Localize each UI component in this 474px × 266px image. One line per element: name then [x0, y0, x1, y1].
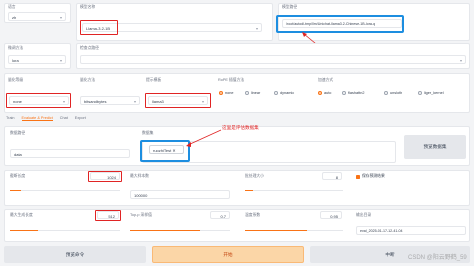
temperature-label: 温度系数	[245, 213, 261, 217]
checkpoint-select[interactable]: ▾	[80, 55, 466, 64]
quant-method-value: bitsandbytes	[84, 99, 107, 104]
tab-bar: Train Evaluate & Predict Chat Export	[6, 116, 86, 121]
preview-command-button[interactable]: 预览命令	[4, 246, 146, 263]
finetune-label: 微调方法	[8, 46, 24, 50]
radio-icon	[318, 91, 322, 95]
start-button[interactable]: 开始	[152, 246, 304, 263]
chevron-down-icon: ▾	[133, 99, 136, 104]
temperature-input[interactable]: 0.95	[320, 211, 342, 219]
chevron-down-icon: ▾	[59, 15, 62, 20]
temperature-slider[interactable]	[245, 230, 343, 232]
finetune-value: lora	[12, 58, 19, 63]
output-dir-value: eval_2025-01-17-12-41-04	[360, 229, 403, 233]
radio-icon	[245, 91, 249, 95]
arrow-icon	[186, 129, 222, 147]
temperature-value: 0.95	[330, 214, 338, 219]
max-samples-value: 100000	[134, 193, 148, 198]
radio-icon	[384, 91, 388, 95]
lang-select[interactable]: zh ▾	[8, 12, 66, 21]
tab-chat[interactable]: Chat	[60, 116, 68, 121]
cutoff-highlight	[88, 171, 122, 182]
data-dir-label: 数据路径	[10, 131, 26, 135]
data-dir-input[interactable]: data	[10, 149, 130, 158]
top-p-input[interactable]: 0.7	[210, 211, 230, 219]
top-p-value: 0.7	[220, 214, 226, 219]
booster-option-unsloth[interactable]: unsloth	[384, 91, 402, 95]
rope-none-label: none	[225, 91, 234, 95]
max-samples-label: 最大样本数	[130, 174, 149, 178]
top-p-slider[interactable]	[130, 230, 230, 232]
booster-option-flashattn2[interactable]: flashattn2	[342, 91, 364, 95]
rope-option-dynamic[interactable]: dynamic	[274, 91, 294, 95]
radio-icon	[418, 91, 422, 95]
output-dir-input[interactable]: eval_2025-01-17-12-41-04	[356, 226, 466, 235]
model-name-label: 模型名称	[80, 5, 96, 9]
max-new-tokens-slider-fill	[10, 230, 38, 232]
booster-unsloth-label: unsloth	[390, 91, 403, 95]
rope-label: RoPE 插值方法	[218, 78, 245, 82]
quant-method-select[interactable]: bitsandbytes ▾	[80, 96, 140, 105]
top-p-slider-fill	[130, 230, 200, 232]
dataset-note: 这里是评估数据集	[222, 125, 259, 130]
tab-train[interactable]: Train	[6, 116, 15, 121]
rope-option-none[interactable]: none	[219, 91, 233, 95]
check-icon	[356, 174, 360, 179]
chevron-down-icon: ▾	[59, 58, 62, 63]
save-predict-checkbox[interactable]: 保存预测结果	[356, 174, 385, 179]
top-p-label: Top-p 采样值	[130, 213, 152, 217]
radio-icon	[274, 91, 278, 95]
booster-label: 加速方式	[318, 78, 334, 82]
chevron-down-icon: ▾	[255, 26, 258, 31]
booster-liger-label: liger_kernel	[424, 91, 444, 95]
quant-bit-label: 量化等级	[8, 78, 24, 82]
batch-slider[interactable]	[245, 190, 343, 192]
rope-option-linear[interactable]: linear	[245, 91, 260, 95]
quant-method-label: 量化方法	[80, 78, 96, 82]
rope-linear-label: linear	[251, 91, 261, 95]
preview-dataset-button[interactable]: 预览数据集	[404, 135, 466, 159]
lang-value: zh	[12, 15, 17, 20]
booster-flashattn2-label: flashattn2	[348, 91, 365, 95]
cutoff-label: 截断长度	[10, 174, 26, 178]
checkpoint-label: 检查点路径	[80, 46, 99, 50]
dataset-highlight	[140, 140, 190, 162]
quant-bit-highlight	[6, 93, 71, 108]
rope-dynamic-label: dynamic	[280, 91, 295, 95]
cutoff-slider-fill	[10, 190, 21, 192]
output-dir-label: 输出目录	[356, 213, 372, 217]
tab-export[interactable]: Export	[75, 116, 86, 121]
batch-value: 8	[335, 175, 338, 180]
batch-slider-fill	[245, 190, 253, 192]
batch-label: 批处理大小	[245, 174, 264, 178]
template-highlight	[145, 93, 211, 108]
booster-option-liger[interactable]: liger_kernel	[418, 91, 444, 95]
booster-auto-label: auto	[324, 91, 332, 95]
watermark: CSDN @阳云野鹤_59	[408, 255, 467, 261]
booster-option-auto[interactable]: auto	[318, 91, 331, 95]
radio-icon	[342, 91, 346, 95]
batch-input[interactable]: 8	[322, 172, 342, 180]
radio-icon	[219, 91, 223, 95]
params-panel-1	[4, 170, 470, 206]
tab-evaluate[interactable]: Evaluate & Predict	[21, 116, 53, 121]
template-label: 提示模板	[146, 78, 162, 82]
save-predict-label: 保存预测结果	[362, 174, 385, 178]
finetune-select[interactable]: lora ▾	[8, 55, 66, 64]
max-new-tokens-slider[interactable]	[10, 230, 120, 232]
lang-label: 语言	[8, 5, 16, 9]
model-path-label: 模型路径	[282, 5, 298, 9]
data-dir-value: data	[14, 152, 22, 157]
max-new-tokens-label: 最大生成长度	[10, 213, 33, 217]
temperature-slider-fill	[245, 230, 307, 232]
model-name-highlight	[80, 20, 118, 35]
dataset-label: 数据集	[142, 131, 154, 135]
max-new-tokens-highlight	[95, 210, 121, 221]
max-samples-input[interactable]: 100000	[130, 190, 230, 199]
chevron-down-icon: ▾	[459, 58, 462, 63]
cutoff-slider[interactable]	[10, 190, 120, 192]
